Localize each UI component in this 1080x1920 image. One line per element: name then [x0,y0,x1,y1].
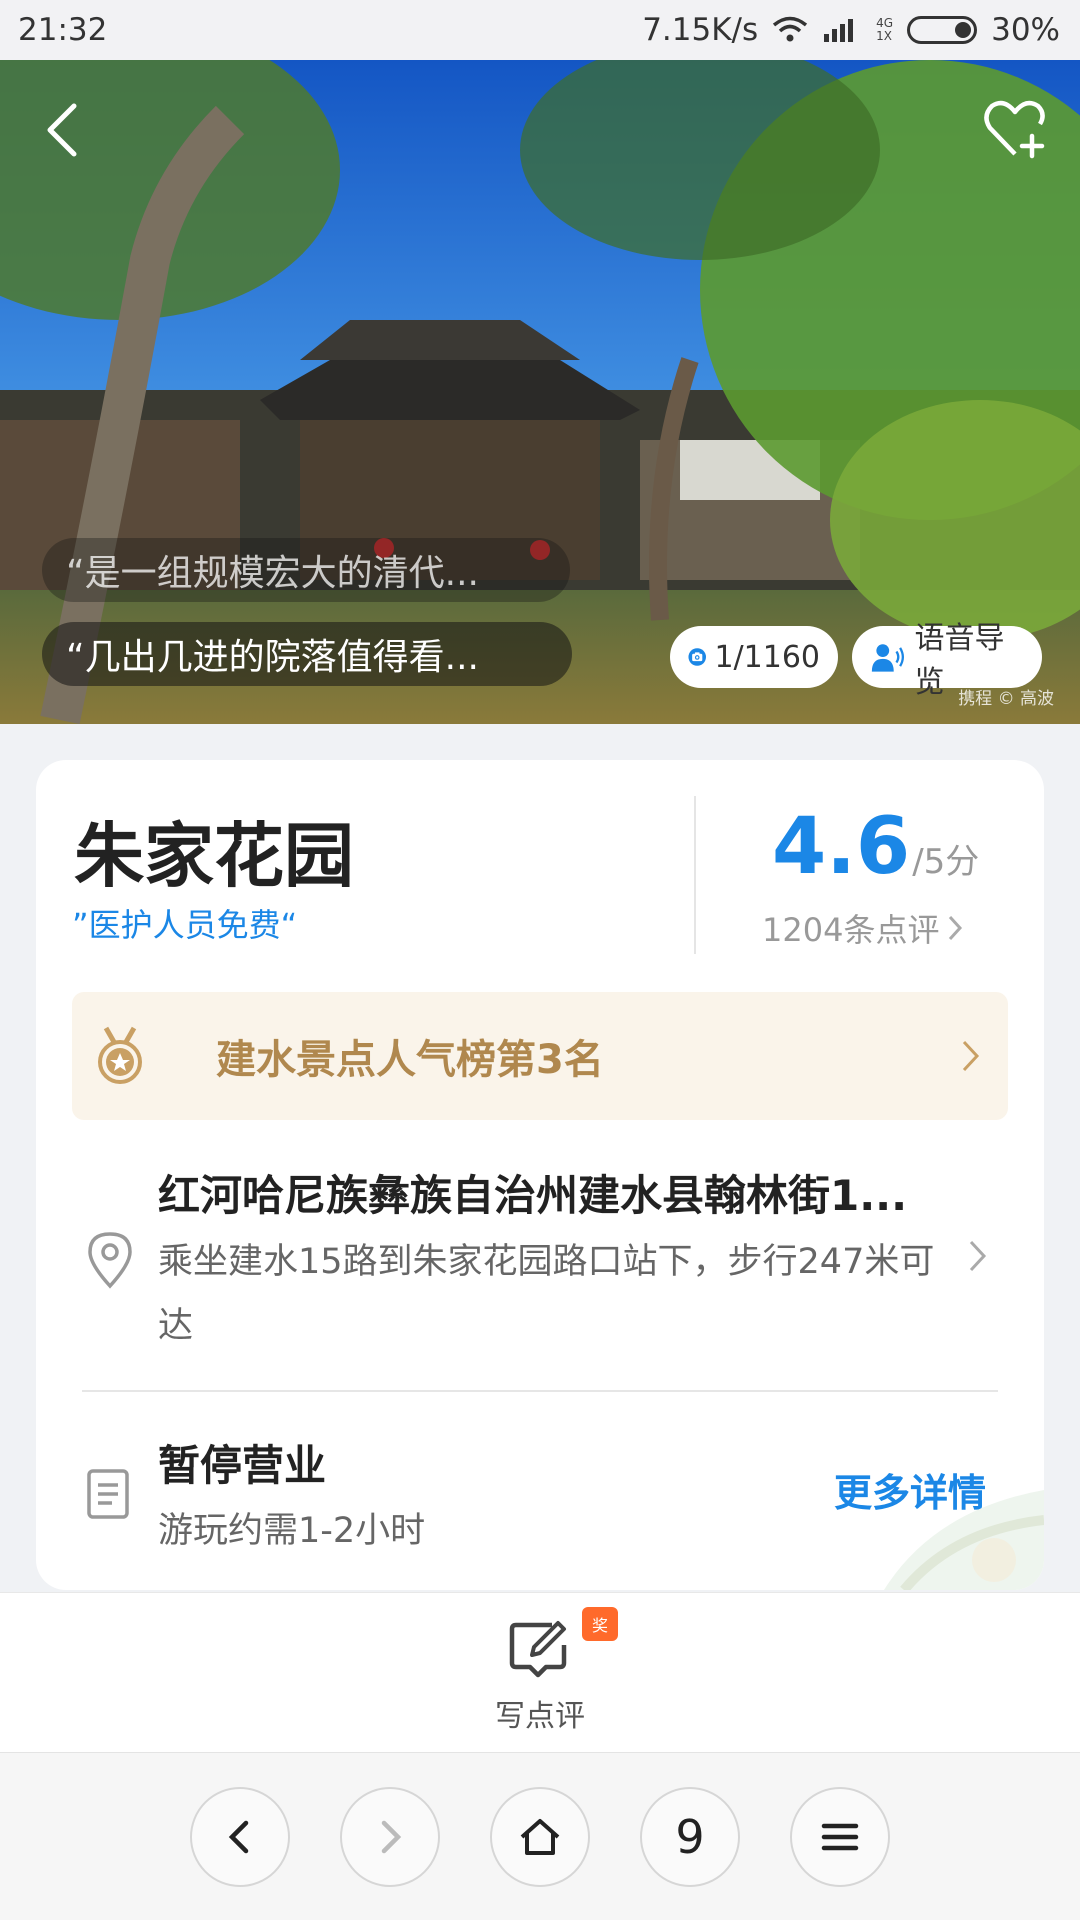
photo-count: 1/1160 [714,639,820,675]
rating-score: 4.6 [772,802,911,892]
status-time: 21:32 [18,12,108,48]
review-quote-2[interactable]: “几出几进的院落值得看... [42,622,572,686]
screen: 21:32 7.15K/s 4G 1X 30% “是一组规模宏大的清代... “… [0,0,1080,1920]
battery-icon [907,16,978,44]
divider [694,796,696,954]
address-title[interactable]: 红河哈尼族彝族自治州建水县翰林街1... [158,1162,978,1223]
browser-back-button[interactable] [190,1787,290,1887]
address-directions: 乘坐建水15路到朱家花园路口站下，步行247米可达 [158,1242,935,1346]
network-type: 4G 1X [876,17,893,43]
favorite-add-icon[interactable] [982,96,1048,162]
rating[interactable]: 4.6 /5分 [772,802,979,892]
location-pin-icon [88,1232,132,1289]
opening-status: 暂停营业 [158,1441,327,1490]
ranking-banner[interactable]: 建水景点人气榜第3名 [72,992,1008,1120]
poi-tag: ”医护人员免费“ [72,906,298,944]
write-review-icon[interactable] [508,1619,572,1679]
reward-badge: 奖 [582,1607,618,1641]
camera-icon [688,648,706,666]
chevron-right-icon [381,1820,402,1854]
divider [82,1390,998,1392]
browser-tabs-button[interactable]: 9 [640,1787,740,1887]
write-review-label[interactable]: 写点评 [0,1691,1080,1735]
medal-icon [98,1026,142,1084]
browser-home-button[interactable] [490,1787,590,1887]
browser-forward-button[interactable] [340,1787,440,1887]
chevron-right-icon[interactable] [968,1238,988,1274]
back-arrow-icon[interactable] [40,100,90,160]
wifi-icon [773,16,808,42]
map-decoration [884,1490,1044,1590]
audio-guide-button[interactable]: 语音导览 [852,621,1042,700]
visit-duration: 游玩约需1-2小时 [158,1511,426,1551]
hero-photo[interactable]: “是一组规模宏大的清代... “几出几进的院落值得看... 1/1160 语音导… [0,60,1080,724]
audio-guide-icon [871,644,904,672]
bottom-action-bar: 奖 写点评 [0,1592,1080,1752]
poi-info-card: 朱家花园 ”医护人员免费“ 4.6 /5分 1204条点评 建水景点人气榜第3名 [36,760,1044,1590]
photo-gallery-button[interactable]: 1/1160 [670,626,838,688]
review-count: 1204条点评 [762,911,940,949]
battery-percent: 30% [991,12,1060,48]
browser-menu-button[interactable] [790,1787,890,1887]
network-speed: 7.15K/s [642,12,759,48]
review-quote-1[interactable]: “是一组规模宏大的清代... [42,538,570,602]
chevron-right-icon [949,915,963,941]
photo-credit: 携程 © 高波 [958,689,1054,709]
home-icon [520,1819,560,1855]
status-indicators: 7.15K/s 4G 1X 30% [642,12,1060,48]
chevron-right-icon [962,1040,980,1072]
reviews-link[interactable]: 1204条点评 [762,905,963,951]
rating-unit: /5分 [912,842,980,882]
poi-title: 朱家花园 [74,815,354,897]
chevron-left-icon [228,1820,249,1854]
browser-navigation-bar: 9 [0,1752,1080,1920]
network-type-bottom: 1X [876,29,893,43]
signal-icon [824,19,854,42]
document-icon [87,1469,129,1519]
ranking-label: 建水景点人气榜第3名 [216,1037,604,1083]
status-bar: 21:32 7.15K/s 4G 1X 30% [0,0,1080,60]
menu-icon [821,1823,859,1851]
